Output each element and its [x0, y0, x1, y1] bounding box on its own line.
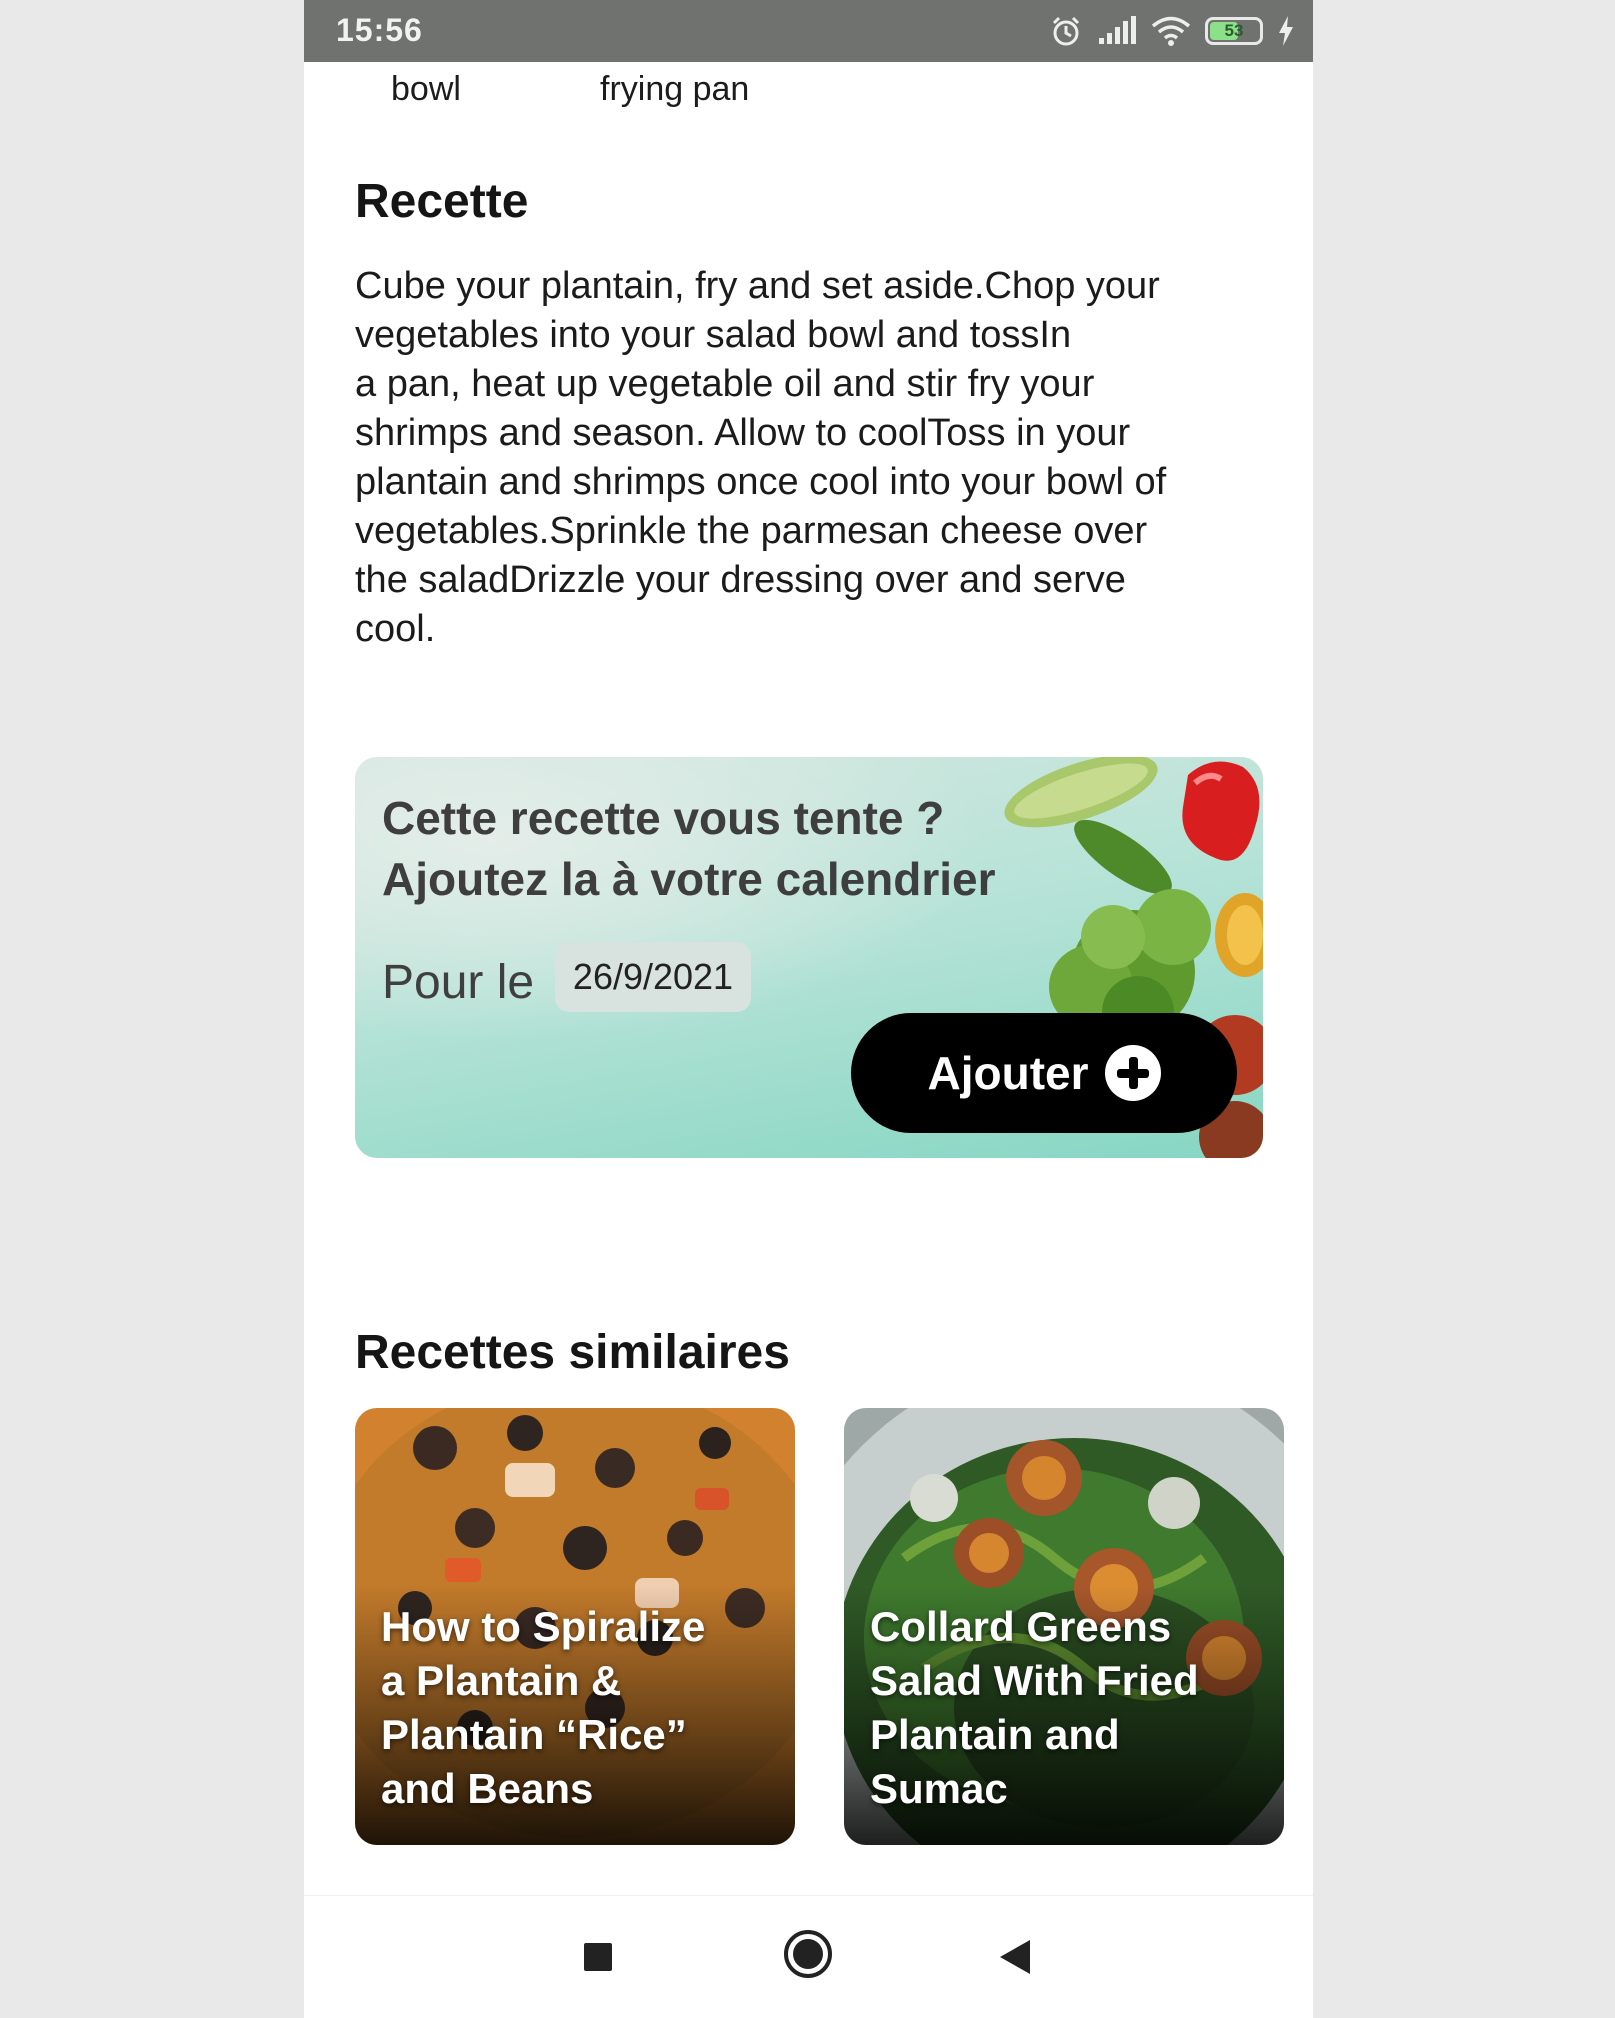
recipe-line: plantain and shrimps once cool into your… — [355, 461, 1167, 503]
similar-recipe-title: Collard Greens Salad With Fried Plantain… — [870, 1600, 1264, 1816]
add-button-label: Ajouter — [927, 1047, 1089, 1099]
title-line: Plantain “Rice” — [381, 1711, 687, 1758]
utensil-label: bowl — [391, 70, 461, 108]
utensil-label: frying pan — [600, 70, 750, 108]
cta-instruction: Ajoutez la à votre calendrier — [382, 853, 996, 905]
recipe-line: shrimps and season. Allow to coolToss in… — [355, 412, 1131, 454]
recents-square-icon[interactable] — [582, 1941, 614, 1973]
title-line: Collard Greens — [870, 1603, 1172, 1650]
plus-circle-icon — [1104, 1045, 1161, 1101]
status-time: 15:56 — [336, 12, 423, 48]
similar-recipe-card[interactable]: How to Spiralize a Plantain & Plantain “… — [355, 1408, 795, 1845]
similar-recipes-title: Recettes similaires — [355, 1326, 790, 1379]
add-to-calendar-button[interactable]: Ajouter — [851, 1013, 1237, 1133]
phone-screen: 15:56 53 bowl frying pan Recette Cube yo… — [304, 0, 1313, 2018]
battery-icon: 53 — [1205, 17, 1263, 45]
signal-icon — [1099, 16, 1136, 44]
date-picker[interactable]: 26/9/2021 — [555, 942, 751, 1012]
recipe-line: vegetables.Sprinkle the parmesan cheese … — [355, 510, 1148, 552]
recipe-line: vegetables into your salad bowl and toss… — [355, 314, 1072, 356]
title-line: a Plantain & — [381, 1657, 622, 1704]
charging-icon — [1279, 16, 1293, 46]
title-line: and Beans — [381, 1765, 594, 1812]
title-line: Salad With Fried — [870, 1657, 1199, 1704]
recipe-line: the saladDrizzle your dressing over and … — [355, 559, 1126, 601]
wifi-icon — [1151, 16, 1191, 46]
cta-question: Cette recette vous tente ? — [382, 792, 945, 844]
alarm-icon — [1052, 16, 1080, 46]
recipe-line: a pan, heat up vegetable oil and stir fr… — [355, 363, 1095, 405]
title-line: Sumac — [870, 1765, 1008, 1812]
status-icons: 53 — [1049, 12, 1295, 50]
title-line: How to Spiralize — [381, 1603, 706, 1650]
status-bar: 15:56 53 — [304, 0, 1313, 62]
recipe-title: Recette — [355, 175, 529, 228]
similar-recipe-card[interactable]: Collard Greens Salad With Fried Plantain… — [844, 1408, 1284, 1845]
recipe-instructions: Cube your plantain, fry and set aside.Ch… — [355, 262, 1275, 654]
date-label: Pour le — [382, 956, 535, 1009]
add-to-calendar-card: Cette recette vous tente ? Ajoutez la à … — [355, 757, 1263, 1158]
home-circle-icon[interactable] — [782, 1928, 834, 1980]
title-line: Plantain and — [870, 1711, 1120, 1758]
navigation-bar — [304, 1895, 1313, 2018]
back-triangle-icon[interactable] — [998, 1938, 1032, 1976]
utensils-row: bowl frying pan — [304, 66, 1313, 116]
battery-level: 53 — [1224, 21, 1244, 40]
recipe-line: Cube your plantain, fry and set aside.Ch… — [355, 265, 1160, 307]
recipe-line: cool. — [355, 608, 436, 650]
similar-recipe-title: How to Spiralize a Plantain & Plantain “… — [381, 1600, 775, 1816]
